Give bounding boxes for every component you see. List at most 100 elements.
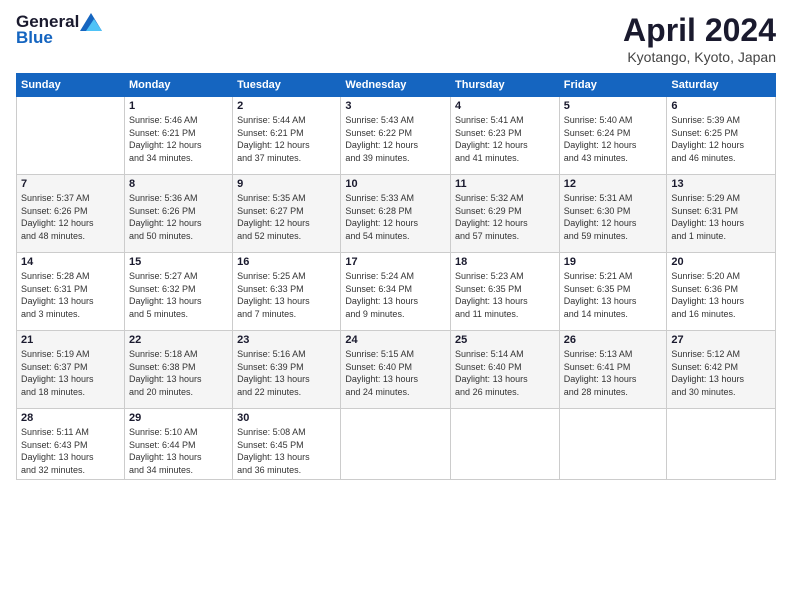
day-info: Sunrise: 5:31 AM Sunset: 6:30 PM Dayligh… [564, 192, 663, 242]
calendar-cell: 9 Sunrise: 5:35 AM Sunset: 6:27 PM Daylig… [233, 175, 341, 253]
day-number: 26 [564, 334, 663, 346]
day-info: Sunrise: 5:29 AM Sunset: 6:31 PM Dayligh… [671, 192, 771, 242]
month-title: April 2024 [623, 12, 776, 49]
calendar-cell: 4 Sunrise: 5:41 AM Sunset: 6:23 PM Daylig… [451, 97, 560, 175]
day-number: 9 [237, 178, 336, 190]
day-info: Sunrise: 5:36 AM Sunset: 6:26 PM Dayligh… [129, 192, 228, 242]
day-number: 4 [455, 100, 555, 112]
day-info: Sunrise: 5:33 AM Sunset: 6:28 PM Dayligh… [345, 192, 446, 242]
col-header-friday: Friday [559, 74, 667, 97]
calendar-cell [17, 97, 125, 175]
day-number: 12 [564, 178, 663, 190]
day-number: 11 [455, 178, 555, 190]
day-info: Sunrise: 5:23 AM Sunset: 6:35 PM Dayligh… [455, 270, 555, 320]
logo-blue-text: Blue [16, 28, 53, 48]
day-info: Sunrise: 5:46 AM Sunset: 6:21 PM Dayligh… [129, 114, 228, 164]
calendar-cell: 2Sunrise: 5:44 AM Sunset: 6:21 PM Daylig… [233, 97, 341, 175]
day-number: 21 [21, 334, 120, 346]
calendar-cell: 23Sunrise: 5:16 AM Sunset: 6:39 PM Dayli… [233, 331, 341, 409]
day-number: 15 [129, 256, 228, 268]
day-number: 27 [671, 334, 771, 346]
day-info: Sunrise: 5:43 AM Sunset: 6:22 PM Dayligh… [345, 114, 446, 164]
day-number: 28 [21, 412, 120, 424]
calendar-header-row: SundayMondayTuesdayWednesdayThursdayFrid… [17, 74, 776, 97]
day-number: 5 [564, 100, 663, 112]
col-header-sunday: Sunday [17, 74, 125, 97]
calendar-cell: 14 Sunrise: 5:28 AM Sunset: 6:31 PM Dayli… [17, 253, 125, 331]
calendar-week-2: 7 Sunrise: 5:37 AM Sunset: 6:26 PM Daylig… [17, 175, 776, 253]
day-info: Sunrise: 5:21 AM Sunset: 6:35 PM Dayligh… [564, 270, 663, 320]
calendar-week-1: 1Sunrise: 5:46 AM Sunset: 6:21 PM Daylig… [17, 97, 776, 175]
col-header-saturday: Saturday [667, 74, 776, 97]
calendar-cell: 29Sunrise: 5:10 AM Sunset: 6:44 PM Dayli… [124, 409, 232, 480]
day-number: 8 [129, 178, 228, 190]
day-number: 25 [455, 334, 555, 346]
calendar-cell: 18 Sunrise: 5:23 AM Sunset: 6:35 PM Dayli… [451, 253, 560, 331]
day-number: 14 [21, 256, 120, 268]
calendar-cell: 30 Sunrise: 5:08 AM Sunset: 6:45 PM Dayli… [233, 409, 341, 480]
day-info: Sunrise: 5:14 AM Sunset: 6:40 PM Dayligh… [455, 348, 555, 398]
calendar-cell: 1Sunrise: 5:46 AM Sunset: 6:21 PM Daylig… [124, 97, 232, 175]
day-info: Sunrise: 5:15 AM Sunset: 6:40 PM Dayligh… [345, 348, 446, 398]
calendar-cell: 11Sunrise: 5:32 AM Sunset: 6:29 PM Dayli… [451, 175, 560, 253]
calendar-cell: 19 Sunrise: 5:21 AM Sunset: 6:35 PM Dayli… [559, 253, 667, 331]
day-info: Sunrise: 5:13 AM Sunset: 6:41 PM Dayligh… [564, 348, 663, 398]
day-info: Sunrise: 5:18 AM Sunset: 6:38 PM Dayligh… [129, 348, 228, 398]
calendar-cell [451, 409, 560, 480]
calendar-cell: 13 Sunrise: 5:29 AM Sunset: 6:31 PM Dayli… [667, 175, 776, 253]
day-info: Sunrise: 5:16 AM Sunset: 6:39 PM Dayligh… [237, 348, 336, 398]
calendar-cell: 3Sunrise: 5:43 AM Sunset: 6:22 PM Daylig… [341, 97, 451, 175]
calendar-cell: 17 Sunrise: 5:24 AM Sunset: 6:34 PM Dayli… [341, 253, 451, 331]
day-info: Sunrise: 5:39 AM Sunset: 6:25 PM Dayligh… [671, 114, 771, 164]
day-number: 13 [671, 178, 771, 190]
day-number: 17 [345, 256, 446, 268]
day-info: Sunrise: 5:37 AM Sunset: 6:26 PM Dayligh… [21, 192, 120, 242]
calendar-cell: 6 Sunrise: 5:39 AM Sunset: 6:25 PM Daylig… [667, 97, 776, 175]
day-info: Sunrise: 5:40 AM Sunset: 6:24 PM Dayligh… [564, 114, 663, 164]
col-header-thursday: Thursday [451, 74, 560, 97]
calendar-cell: 27 Sunrise: 5:12 AM Sunset: 6:42 PM Dayli… [667, 331, 776, 409]
col-header-tuesday: Tuesday [233, 74, 341, 97]
day-info: Sunrise: 5:20 AM Sunset: 6:36 PM Dayligh… [671, 270, 771, 320]
calendar-cell: 25 Sunrise: 5:14 AM Sunset: 6:40 PM Dayli… [451, 331, 560, 409]
calendar-cell: 10Sunrise: 5:33 AM Sunset: 6:28 PM Dayli… [341, 175, 451, 253]
day-info: Sunrise: 5:10 AM Sunset: 6:44 PM Dayligh… [129, 426, 228, 476]
col-header-monday: Monday [124, 74, 232, 97]
calendar-cell: 5 Sunrise: 5:40 AM Sunset: 6:24 PM Daylig… [559, 97, 667, 175]
calendar-cell: 28 Sunrise: 5:11 AM Sunset: 6:43 PM Dayli… [17, 409, 125, 480]
day-info: Sunrise: 5:24 AM Sunset: 6:34 PM Dayligh… [345, 270, 446, 320]
day-number: 16 [237, 256, 336, 268]
day-number: 22 [129, 334, 228, 346]
day-number: 30 [237, 412, 336, 424]
day-number: 18 [455, 256, 555, 268]
day-info: Sunrise: 5:11 AM Sunset: 6:43 PM Dayligh… [21, 426, 120, 476]
calendar-cell: 15 Sunrise: 5:27 AM Sunset: 6:32 PM Dayli… [124, 253, 232, 331]
logo-icon [80, 13, 102, 31]
day-info: Sunrise: 5:41 AM Sunset: 6:23 PM Dayligh… [455, 114, 555, 164]
calendar-week-3: 14 Sunrise: 5:28 AM Sunset: 6:31 PM Dayli… [17, 253, 776, 331]
calendar-week-4: 21 Sunrise: 5:19 AM Sunset: 6:37 PM Dayli… [17, 331, 776, 409]
calendar-cell: 24 Sunrise: 5:15 AM Sunset: 6:40 PM Dayli… [341, 331, 451, 409]
day-number: 7 [21, 178, 120, 190]
day-info: Sunrise: 5:19 AM Sunset: 6:37 PM Dayligh… [21, 348, 120, 398]
day-info: Sunrise: 5:08 AM Sunset: 6:45 PM Dayligh… [237, 426, 336, 476]
day-number: 24 [345, 334, 446, 346]
day-number: 6 [671, 100, 771, 112]
page-header: General Blue April 2024 Kyotango, Kyoto,… [16, 12, 776, 65]
calendar-cell: 26 Sunrise: 5:13 AM Sunset: 6:41 PM Dayli… [559, 331, 667, 409]
day-info: Sunrise: 5:28 AM Sunset: 6:31 PM Dayligh… [21, 270, 120, 320]
day-info: Sunrise: 5:12 AM Sunset: 6:42 PM Dayligh… [671, 348, 771, 398]
location-text: Kyotango, Kyoto, Japan [623, 49, 776, 65]
logo: General Blue [16, 12, 102, 48]
calendar-cell: 12 Sunrise: 5:31 AM Sunset: 6:30 PM Dayli… [559, 175, 667, 253]
calendar-cell: 7 Sunrise: 5:37 AM Sunset: 6:26 PM Daylig… [17, 175, 125, 253]
day-info: Sunrise: 5:35 AM Sunset: 6:27 PM Dayligh… [237, 192, 336, 242]
day-info: Sunrise: 5:44 AM Sunset: 6:21 PM Dayligh… [237, 114, 336, 164]
calendar-table: SundayMondayTuesdayWednesdayThursdayFrid… [16, 73, 776, 480]
calendar-cell: 22 Sunrise: 5:18 AM Sunset: 6:38 PM Dayli… [124, 331, 232, 409]
calendar-cell: 20Sunrise: 5:20 AM Sunset: 6:36 PM Dayli… [667, 253, 776, 331]
day-info: Sunrise: 5:27 AM Sunset: 6:32 PM Dayligh… [129, 270, 228, 320]
calendar-cell: 21 Sunrise: 5:19 AM Sunset: 6:37 PM Dayli… [17, 331, 125, 409]
day-number: 19 [564, 256, 663, 268]
page-container: General Blue April 2024 Kyotango, Kyoto,… [0, 0, 792, 488]
